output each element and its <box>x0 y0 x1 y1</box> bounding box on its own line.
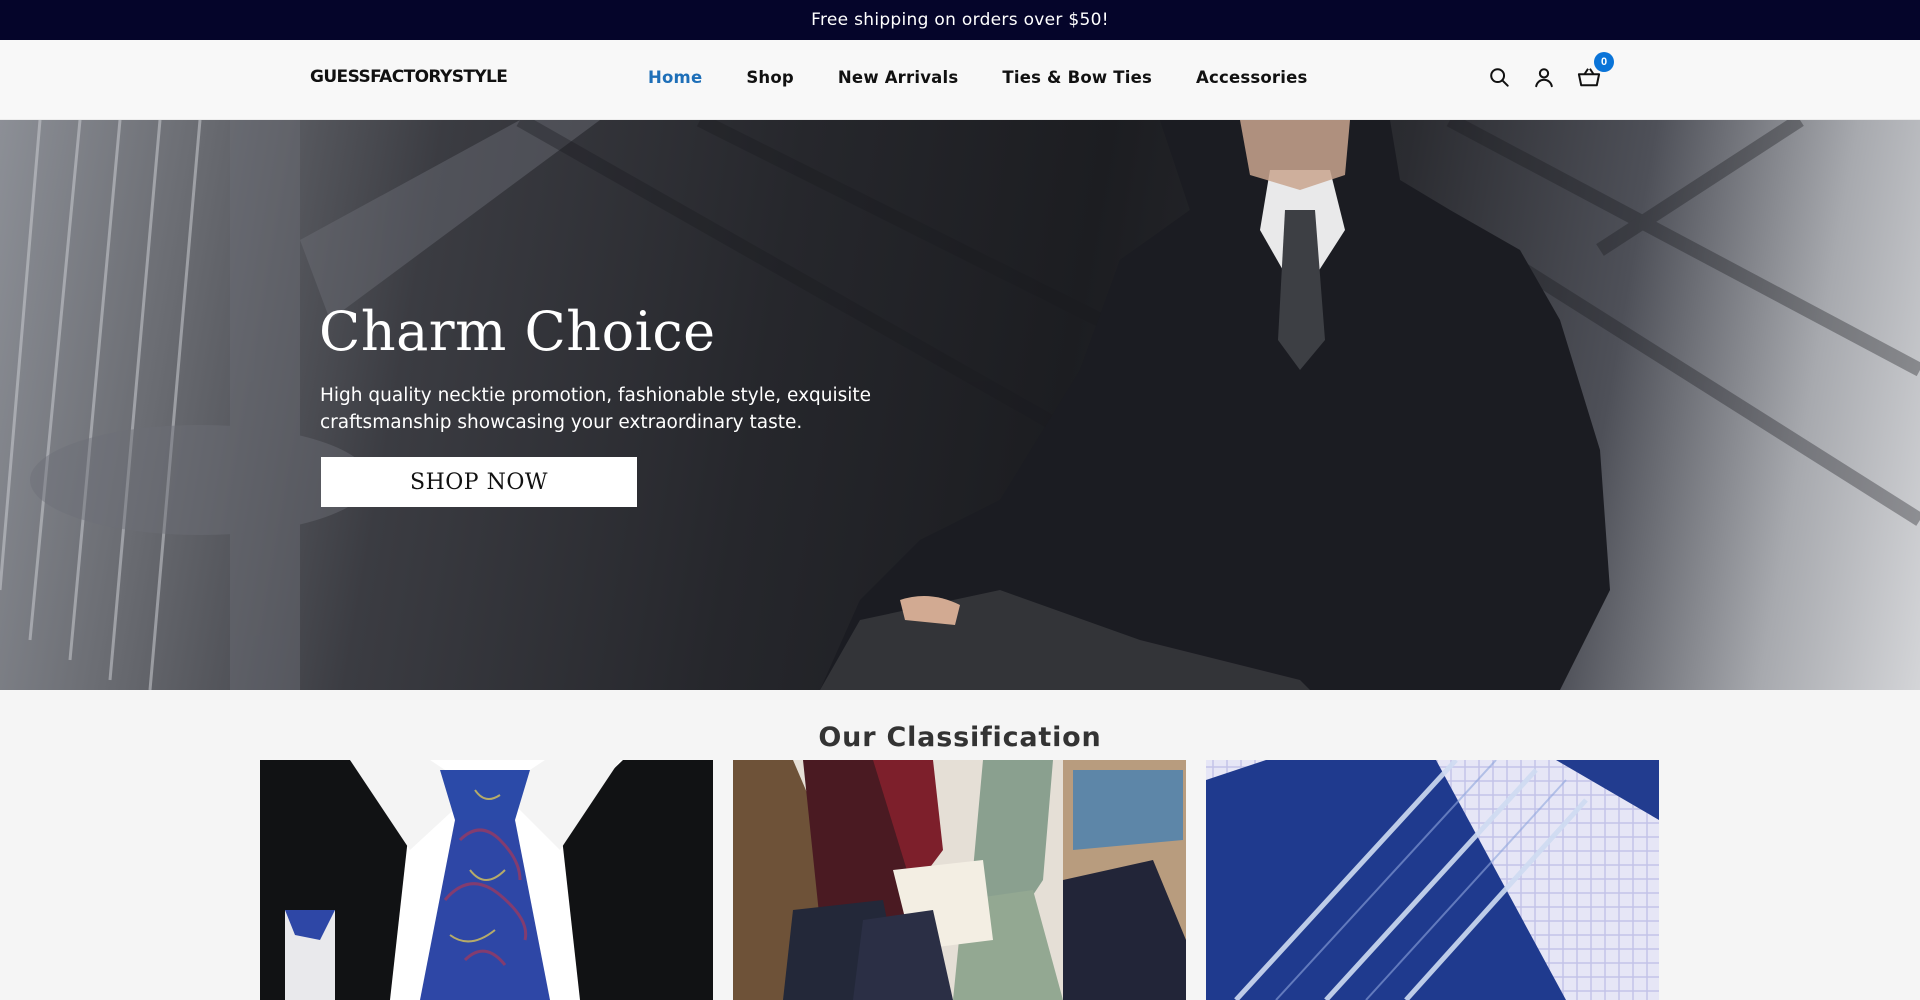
shop-now-button[interactable]: SHOP NOW <box>321 457 637 507</box>
main-nav: Home Shop New Arrivals Ties & Bow Ties A… <box>648 68 1352 87</box>
nav-new-arrivals[interactable]: New Arrivals <box>838 68 958 87</box>
search-icon <box>1490 68 1509 87</box>
category-card-striped-tie[interactable] <box>1206 760 1659 1000</box>
announcement-bar: Free shipping on orders over $50! <box>0 0 1920 40</box>
cart-count-badge: 0 <box>1594 52 1614 72</box>
account-button[interactable] <box>1531 64 1557 90</box>
hero-subtitle: High quality necktie promotion, fashiona… <box>320 385 872 433</box>
nav-accessories[interactable]: Accessories <box>1196 68 1308 87</box>
site-logo[interactable]: GUESSFACTORYSTYLE <box>310 67 508 87</box>
tie-collection-image <box>733 760 1186 1000</box>
classification-grid <box>260 760 1659 1000</box>
nav-home[interactable]: Home <box>648 68 702 87</box>
header-icons: 0 <box>1486 52 1621 90</box>
search-button[interactable] <box>1486 64 1512 90</box>
site-header: GUESSFACTORYSTYLE Home Shop New Arrivals… <box>0 40 1920 120</box>
classification-title: Our Classification <box>818 722 1102 753</box>
paisley-tie-image <box>260 760 713 1000</box>
nav-shop[interactable]: Shop <box>746 68 794 87</box>
account-icon <box>1535 68 1553 88</box>
cart-button[interactable]: 0 <box>1576 52 1614 90</box>
hero-title: Charm Choice <box>319 300 716 363</box>
nav-ties-bow-ties[interactable]: Ties & Bow Ties <box>1002 68 1152 87</box>
category-card-paisley-tie[interactable] <box>260 760 713 1000</box>
announcement-text: Free shipping on orders over $50! <box>811 10 1109 30</box>
striped-tie-image <box>1206 760 1659 1000</box>
category-card-tie-collection[interactable] <box>733 760 1186 1000</box>
hero-banner: Charm Choice High quality necktie promot… <box>0 120 1920 690</box>
